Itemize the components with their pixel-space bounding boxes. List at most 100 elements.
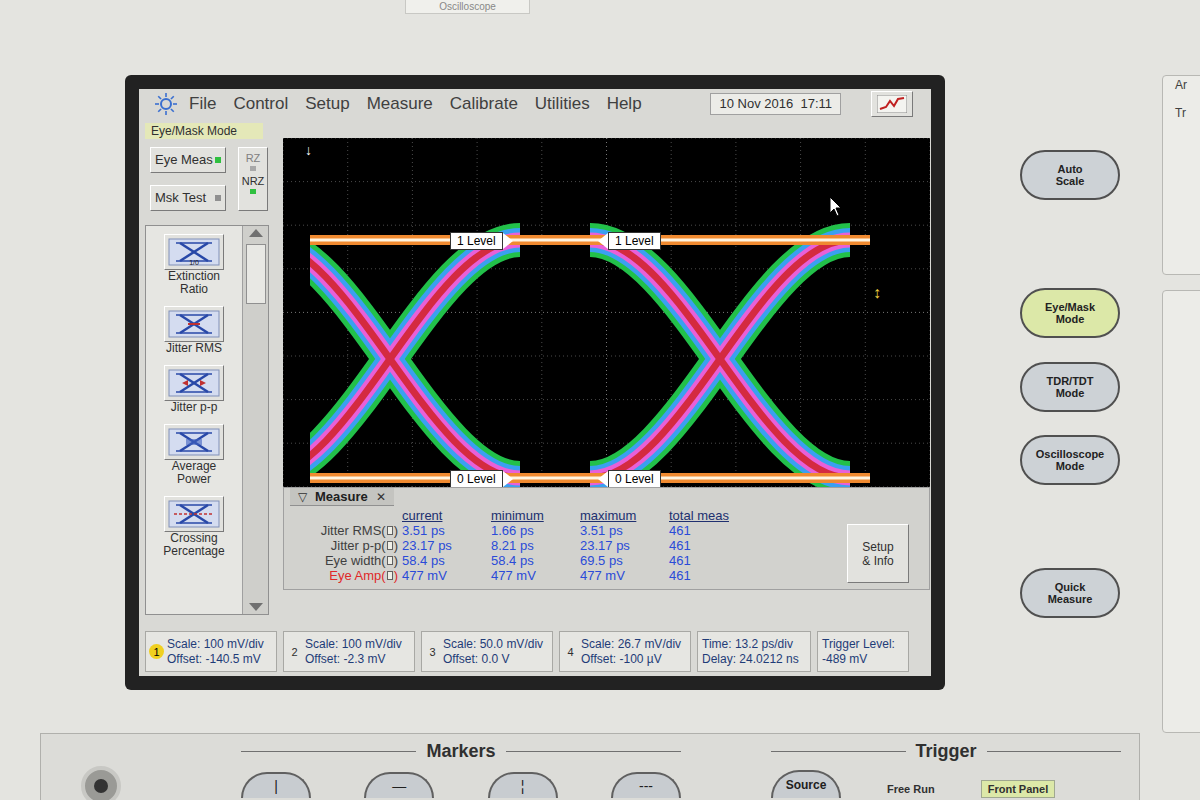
measure-value: 23.17 ps bbox=[398, 538, 487, 553]
side-strip: ArTr bbox=[1162, 75, 1200, 733]
channel-box bbox=[387, 526, 393, 535]
graph-column: ↓↕1 Level1 Level0 Level0 Level▽Measure✕c… bbox=[283, 138, 930, 631]
channel-status[interactable]: 3Scale: 50.0 mV/divOffset: 0.0 V bbox=[421, 631, 553, 672]
format-option[interactable]: NRZ bbox=[242, 175, 265, 194]
level-marker[interactable]: 1 Level bbox=[598, 232, 661, 250]
eye-graph: ↓↕1 Level1 Level0 Level0 Level bbox=[283, 138, 930, 487]
scroll-up-icon[interactable] bbox=[246, 226, 266, 240]
side-panel: ArTr bbox=[1162, 75, 1200, 275]
marker-tip-icon bbox=[503, 233, 513, 249]
scroll-down-icon[interactable] bbox=[246, 600, 266, 614]
measurement-button[interactable]: Jitter RMS bbox=[164, 306, 224, 355]
menu-item[interactable]: Setup bbox=[305, 94, 349, 114]
marker-tip-icon bbox=[598, 233, 608, 249]
front-button[interactable]: TDR/TDTMode bbox=[1020, 362, 1120, 412]
time-status[interactable]: Time: 13.2 ps/divDelay: 24.0212 ns bbox=[697, 631, 811, 672]
channel-number: 4 bbox=[563, 644, 578, 659]
instrument: OscilloscopeFileControlSetupMeasureCalib… bbox=[0, 0, 1200, 800]
marker-button[interactable]: ¦ bbox=[488, 772, 558, 798]
source-button[interactable]: Source bbox=[771, 770, 841, 798]
measurement-list: 1/0ExtinctionRatio Jitter RMS Jitter p-p Av… bbox=[145, 225, 269, 615]
list-scrollbar[interactable] bbox=[242, 226, 268, 614]
channel-status[interactable]: 1Scale: 100 mV/divOffset: -140.5 mV bbox=[145, 631, 277, 672]
front-button[interactable]: AutoScale bbox=[1020, 150, 1120, 200]
measure-panel: ▽Measure✕ currentminimummaximumtotal meas… bbox=[283, 487, 930, 590]
menu-item[interactable]: Help bbox=[607, 94, 642, 114]
mode-label: Eye/Mask Mode bbox=[145, 123, 263, 139]
format-toggle[interactable]: RZ NRZ bbox=[238, 147, 268, 211]
front-button[interactable]: Eye/MaskMode bbox=[1020, 288, 1120, 338]
column-header: current bbox=[398, 508, 487, 523]
level-marker[interactable]: 0 Level bbox=[450, 470, 513, 487]
marker-button[interactable]: | bbox=[241, 772, 311, 798]
datetime: 10 Nov 2016 17:11 bbox=[710, 93, 841, 115]
menu-item[interactable]: File bbox=[189, 94, 216, 114]
trigger-title: Trigger bbox=[916, 740, 977, 762]
setup-info-button[interactable]: Setup& Info bbox=[847, 524, 909, 583]
column-header: minimum bbox=[487, 508, 576, 523]
marker-tip-icon bbox=[598, 471, 608, 487]
menu-item[interactable]: Control bbox=[233, 94, 288, 114]
format-option[interactable]: RZ bbox=[246, 152, 261, 171]
cursor-icon bbox=[829, 196, 843, 218]
channel-number: 1 bbox=[149, 644, 164, 659]
measure-row-name[interactable]: Jitter RMS() bbox=[286, 523, 398, 538]
column-header: total meas bbox=[665, 508, 755, 523]
trigger-mode[interactable]: Free Run bbox=[881, 780, 941, 798]
side-panel-lower bbox=[1162, 290, 1200, 733]
front-button[interactable]: OscilloscopeMode bbox=[1020, 435, 1120, 485]
channel-status[interactable]: 4Scale: 26.7 mV/divOffset: -100 µV bbox=[559, 631, 691, 672]
screen-toggle-button[interactable] bbox=[871, 91, 913, 117]
markers-title: Markers bbox=[426, 740, 495, 762]
format-indicator bbox=[250, 189, 256, 194]
menu-item[interactable]: Calibrate bbox=[450, 94, 518, 114]
measure-value: 461 bbox=[665, 523, 755, 538]
channel-box bbox=[387, 541, 393, 550]
scroll-thumb[interactable] bbox=[246, 244, 266, 304]
measurement-button[interactable]: 1/0ExtinctionRatio bbox=[164, 234, 224, 296]
channel-status[interactable]: 2Scale: 100 mV/divOffset: -2.3 mV bbox=[283, 631, 415, 672]
measure-value: 3.51 ps bbox=[576, 523, 665, 538]
screen-frame: File Control Setup Measure Calibrate Utilitie… bbox=[125, 75, 945, 690]
front-buttons: AutoScale Eye/MaskMode TDR/TDTMode Oscillos… bbox=[1020, 75, 1120, 733]
markers-section: Markers | — ¦ --- bbox=[241, 734, 681, 800]
measure-value: 69.5 ps bbox=[576, 553, 665, 568]
menu-bar: File Control Setup Measure Calibrate Utilitie… bbox=[139, 89, 931, 119]
measure-value: 461 bbox=[665, 553, 755, 568]
menu-item[interactable]: Measure bbox=[367, 94, 433, 114]
measurement-button[interactable]: AveragePower bbox=[164, 424, 224, 486]
front-button[interactable]: QuickMeasure bbox=[1020, 568, 1120, 618]
channel-number: 2 bbox=[287, 644, 302, 659]
measure-row-name[interactable]: Jitter p-p() bbox=[286, 538, 398, 553]
mode-button[interactable]: Msk Test bbox=[150, 185, 226, 211]
measure-value: 58.4 ps bbox=[487, 553, 576, 568]
measurement-icon: 1/0 bbox=[168, 238, 220, 266]
svg-text:1/0: 1/0 bbox=[189, 259, 199, 266]
measure-value: 23.17 ps bbox=[576, 538, 665, 553]
menu-item[interactable]: Utilities bbox=[535, 94, 590, 114]
level-marker[interactable]: 0 Level bbox=[598, 470, 661, 487]
mode-indicator bbox=[215, 195, 221, 201]
measurement-button[interactable]: Jitter p-p bbox=[164, 365, 224, 414]
measure-value: 3.51 ps bbox=[398, 523, 487, 538]
column-header: maximum bbox=[576, 508, 665, 523]
trigger-status[interactable]: Trigger Level:-489 mV bbox=[817, 631, 909, 672]
marker-button[interactable]: --- bbox=[611, 772, 681, 798]
level-marker[interactable]: 1 Level bbox=[450, 232, 513, 250]
mode-indicator bbox=[215, 157, 221, 163]
measure-tab[interactable]: ▽Measure✕ bbox=[290, 488, 394, 506]
left-panel: Eye/Mask Mode Eye Meas Msk Test RZ NRZ 1/0Ext… bbox=[139, 119, 279, 631]
measure-value: 461 bbox=[665, 538, 755, 553]
close-button[interactable]: ✕ bbox=[376, 490, 386, 504]
measure-row-name[interactable]: Eye Amp() bbox=[286, 568, 398, 583]
measure-row-name[interactable]: Eye width() bbox=[286, 553, 398, 568]
trigger-mode[interactable]: Front Panel bbox=[981, 780, 1056, 798]
mode-button[interactable]: Eye Meas bbox=[150, 147, 226, 173]
marker-button[interactable]: — bbox=[364, 772, 434, 798]
content: Eye/Mask Mode Eye Meas Msk Test RZ NRZ 1/0Ext… bbox=[139, 119, 931, 631]
measurement-button[interactable]: CrossingPercentage bbox=[163, 496, 224, 558]
marker-tip-icon bbox=[503, 471, 513, 487]
measure-value: 58.4 ps bbox=[398, 553, 487, 568]
input-jack[interactable] bbox=[81, 766, 121, 800]
trigger-section: Trigger Source Free Run Front Panel bbox=[771, 734, 1121, 800]
